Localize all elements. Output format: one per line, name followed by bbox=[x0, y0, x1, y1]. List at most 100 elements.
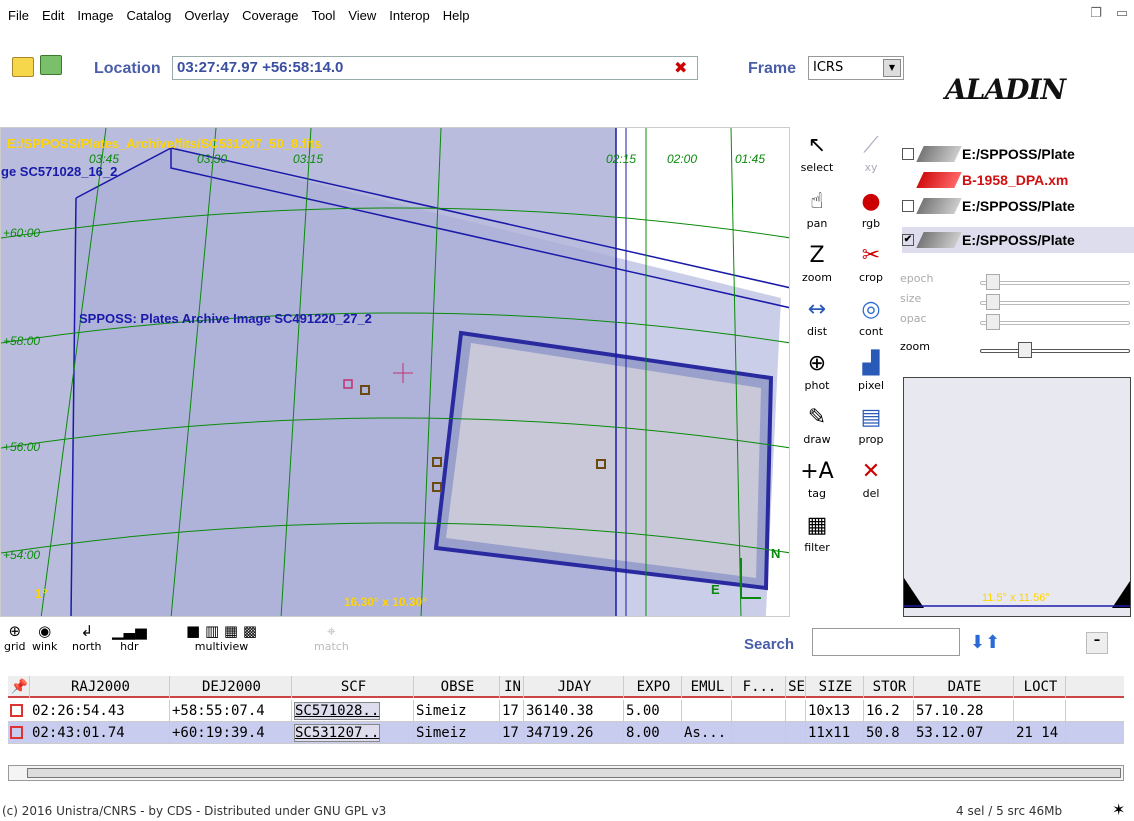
maximize-window-icon[interactable]: ▭ bbox=[1114, 6, 1130, 22]
zoom-slider[interactable]: zoom bbox=[900, 340, 1134, 360]
column-header[interactable]: IN bbox=[500, 676, 524, 698]
column-header[interactable]: LOCT bbox=[1014, 676, 1066, 698]
tool-label: pan bbox=[806, 217, 828, 230]
table-cell bbox=[1014, 700, 1066, 722]
table-cell: 53.12.07 bbox=[914, 722, 1014, 744]
pixel-tool[interactable]: ▟ pixel bbox=[846, 349, 896, 405]
pin-icon[interactable]: 📌 bbox=[8, 676, 30, 698]
column-header[interactable]: DEJ2000 bbox=[170, 676, 292, 698]
hdr-button[interactable]: ▁▃▅ hdr bbox=[112, 622, 147, 653]
load-data-icon[interactable] bbox=[40, 55, 62, 75]
dist-tool[interactable]: ↔ dist bbox=[792, 295, 842, 351]
arrow-down-icon[interactable]: ⬇ bbox=[970, 632, 985, 653]
table-row[interactable]: 02:43:01.74 +60:19:39.4 SC531207.. Simei… bbox=[8, 722, 1124, 744]
scissors-icon: ✂ bbox=[861, 243, 881, 268]
tool-label: tag bbox=[807, 487, 827, 500]
plate-name-label: SPPOSS: Plates Archive Image SC491220_27… bbox=[79, 311, 372, 326]
pan-tool[interactable]: ☝ pan bbox=[792, 187, 842, 243]
size-slider[interactable]: size bbox=[900, 292, 1134, 312]
layer-item[interactable]: E:/SPPOSS/Plate bbox=[902, 193, 1134, 219]
scf-link[interactable]: SC571028.. bbox=[294, 702, 381, 720]
menu-bar: File Edit Image Catalog Overlay Coverage… bbox=[0, 0, 1134, 30]
arrow-up-icon[interactable]: ⬆ bbox=[985, 632, 1000, 653]
layer-item[interactable]: B-1958_DPA.xm bbox=[902, 167, 1134, 193]
cont-tool[interactable]: ◎ cont bbox=[846, 295, 896, 351]
antenna-icon[interactable]: ✶ bbox=[1112, 800, 1125, 819]
menu-edit[interactable]: Edit bbox=[42, 8, 64, 23]
menu-help[interactable]: Help bbox=[443, 8, 470, 23]
column-header[interactable]: JDAY bbox=[524, 676, 624, 698]
menu-coverage[interactable]: Coverage bbox=[242, 8, 298, 23]
match-button[interactable]: ⌖ match bbox=[314, 622, 349, 653]
north-button[interactable]: ↲ north bbox=[72, 622, 102, 653]
column-header[interactable]: SCF bbox=[292, 676, 414, 698]
filter-tool[interactable]: ▦ filter bbox=[792, 511, 842, 567]
search-input[interactable] bbox=[812, 628, 960, 656]
open-folder-icon[interactable] bbox=[12, 57, 34, 77]
layer-checkbox[interactable] bbox=[902, 148, 914, 160]
contour-icon: ◎ bbox=[861, 297, 881, 322]
eye-icon: ◉ bbox=[38, 622, 52, 640]
wink-button[interactable]: ◉ wink bbox=[32, 622, 57, 653]
column-header[interactable]: OBSE bbox=[414, 676, 500, 698]
menu-file[interactable]: File bbox=[8, 8, 29, 23]
sky-view[interactable]: E:/SPPOSS/Plates_Archive/fits/SC531207_5… bbox=[0, 127, 790, 617]
crop-tool[interactable]: ✂ crop bbox=[846, 241, 896, 297]
layer-item[interactable]: ✔ E:/SPPOSS/Plate bbox=[902, 227, 1134, 253]
tag-icon: +A bbox=[800, 459, 834, 484]
restore-window-icon[interactable]: ❐ bbox=[1088, 6, 1104, 22]
layer-checkbox[interactable]: ✔ bbox=[902, 234, 914, 246]
zoom-tool[interactable]: Zzoom bbox=[792, 241, 842, 297]
table-row[interactable]: 02:26:54.43 +58:55:07.4 SC571028.. Simei… bbox=[8, 700, 1124, 722]
tool-label: pixel bbox=[857, 379, 885, 392]
select-tool[interactable]: ↖ select bbox=[792, 131, 842, 187]
column-header[interactable]: STOR bbox=[864, 676, 914, 698]
prop-tool[interactable]: ▤ prop bbox=[846, 403, 896, 459]
opac-slider[interactable]: opac bbox=[900, 312, 1134, 332]
ra-tick: 02:00 bbox=[667, 152, 698, 166]
location-input[interactable]: 03:27:47.97 +56:58:14.0 bbox=[172, 56, 698, 80]
chevron-down-icon[interactable]: ▼ bbox=[883, 59, 901, 77]
draw-tool[interactable]: ✎ draw bbox=[792, 403, 842, 459]
aladin-window: File Edit Image Catalog Overlay Coverage… bbox=[0, 0, 1134, 821]
phot-tool[interactable]: ⊕ phot bbox=[792, 349, 842, 405]
minimize-panel-button[interactable]: – bbox=[1086, 632, 1108, 654]
row-marker-icon[interactable] bbox=[10, 726, 23, 739]
xy-tool[interactable]: ⟋ xy bbox=[846, 131, 896, 187]
row-marker-icon[interactable] bbox=[10, 704, 23, 717]
column-header[interactable]: SIZE bbox=[806, 676, 864, 698]
scf-link[interactable]: SC531207.. bbox=[294, 724, 381, 742]
grid-button[interactable]: ⊕ grid bbox=[4, 622, 26, 653]
epoch-slider[interactable]: epoch bbox=[900, 272, 1134, 292]
horizontal-scrollbar[interactable] bbox=[8, 765, 1124, 781]
plate-layer-icon bbox=[916, 232, 962, 248]
menu-catalog[interactable]: Catalog bbox=[127, 8, 172, 23]
menu-image[interactable]: Image bbox=[77, 8, 113, 23]
column-header[interactable]: DATE bbox=[914, 676, 1014, 698]
slider-knob[interactable] bbox=[1018, 342, 1032, 358]
slider-knob[interactable] bbox=[986, 314, 1000, 330]
del-tool[interactable]: ✕ del bbox=[846, 457, 896, 513]
slider-knob[interactable] bbox=[986, 294, 1000, 310]
layer-item[interactable]: E:/SPPOSS/Plate bbox=[902, 141, 1134, 167]
column-header[interactable]: EXPO bbox=[624, 676, 682, 698]
scrollbar-thumb[interactable] bbox=[27, 768, 1121, 778]
menu-tool[interactable]: Tool bbox=[311, 8, 335, 23]
menu-overlay[interactable]: Overlay bbox=[184, 8, 229, 23]
column-header[interactable]: EMUL bbox=[682, 676, 732, 698]
clear-location-icon[interactable]: ✖ bbox=[674, 58, 687, 77]
column-header[interactable]: RAJ2000 bbox=[30, 676, 170, 698]
rgb-tool[interactable]: ● rgb bbox=[846, 187, 896, 243]
column-header[interactable]: SE bbox=[786, 676, 806, 698]
tag-tool[interactable]: +A tag bbox=[792, 457, 842, 513]
menu-view[interactable]: View bbox=[348, 8, 376, 23]
column-header[interactable]: F... bbox=[732, 676, 786, 698]
multiview-button[interactable]: ■ ▥ ▦ ▩ multiview bbox=[186, 622, 257, 653]
slider-knob[interactable] bbox=[986, 274, 1000, 290]
layer-checkbox[interactable] bbox=[902, 200, 914, 212]
menu-interop[interactable]: Interop bbox=[389, 8, 429, 23]
table-cell: As... bbox=[682, 722, 732, 744]
search-label: Search bbox=[744, 636, 795, 653]
frame-select[interactable]: ICRS ▼ bbox=[808, 56, 904, 80]
zoom-preview[interactable]: 11.5° x 11.56° bbox=[903, 377, 1131, 617]
